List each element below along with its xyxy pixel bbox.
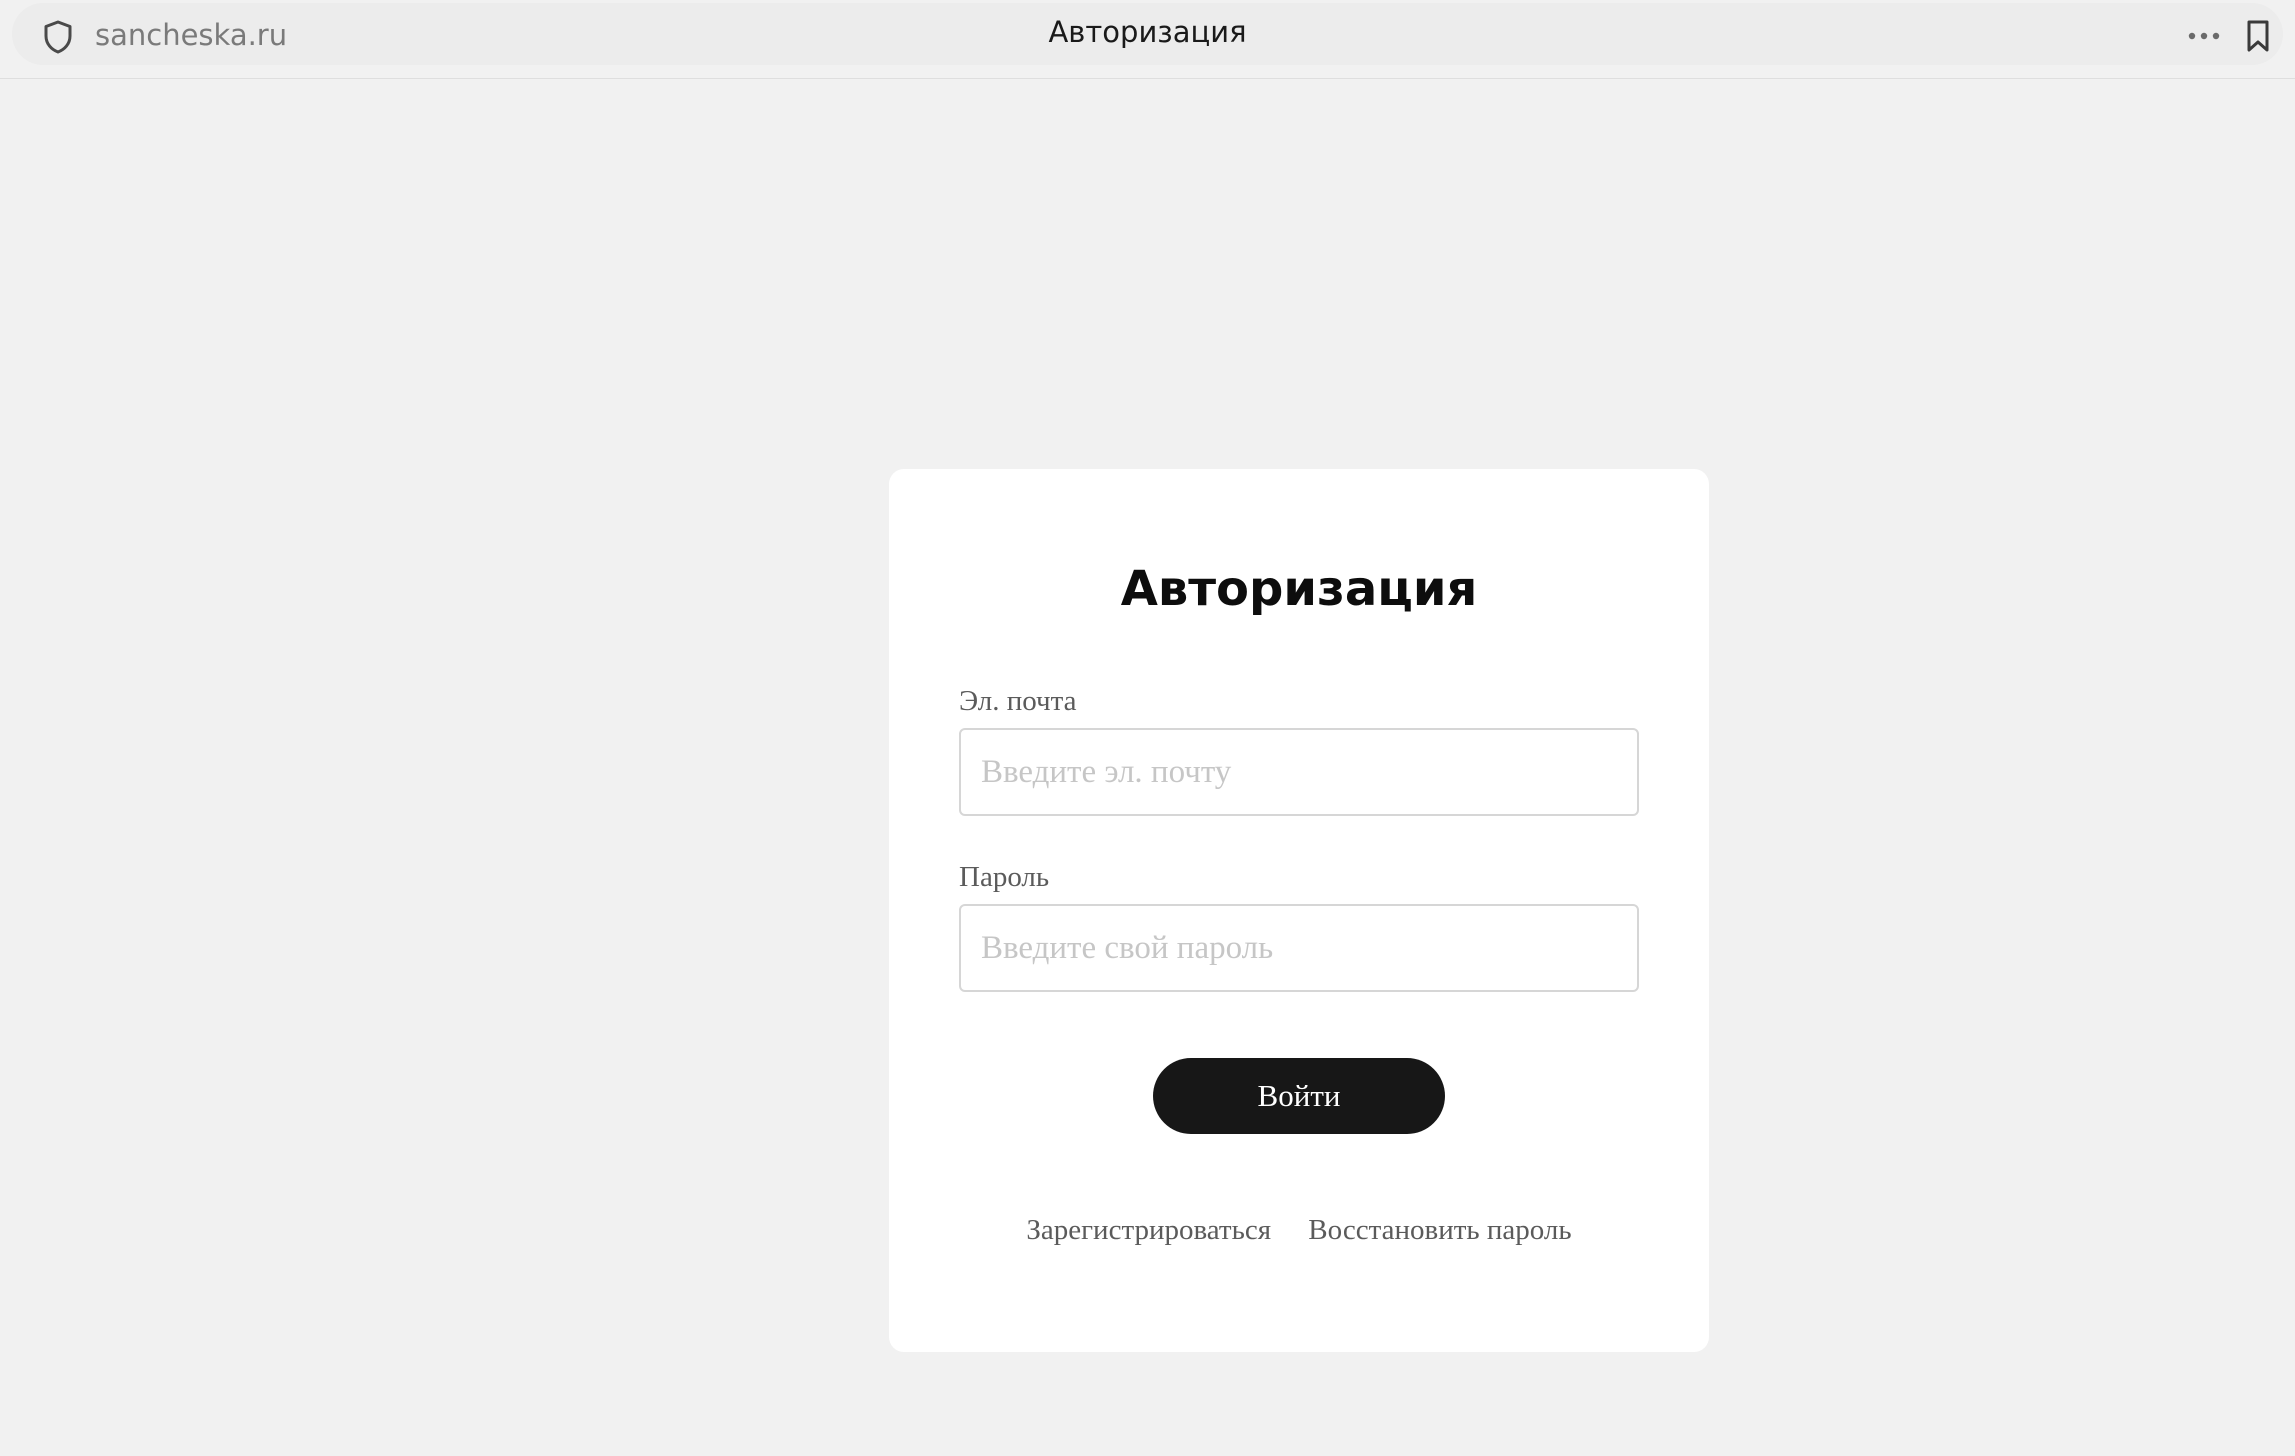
restore-password-link[interactable]: Восстановить пароль [1308,1213,1571,1247]
register-link[interactable]: Зарегистрироваться [1026,1213,1271,1247]
password-field[interactable] [959,904,1639,992]
email-label: Эл. почта [959,685,1077,717]
login-card: Авторизация Эл. почта Пароль Войти Зарег… [889,469,1709,1352]
email-field[interactable] [959,728,1639,816]
password-label: Пароль [959,861,1050,893]
page-title: Авторизация [1120,561,1478,617]
login-button[interactable]: Войти [1153,1058,1445,1134]
toolbar-divider [0,78,2295,79]
auth-links: Зарегистрироваться Восстановить пароль [889,1213,1709,1247]
page-tab-title: Авторизация [1048,15,1247,49]
